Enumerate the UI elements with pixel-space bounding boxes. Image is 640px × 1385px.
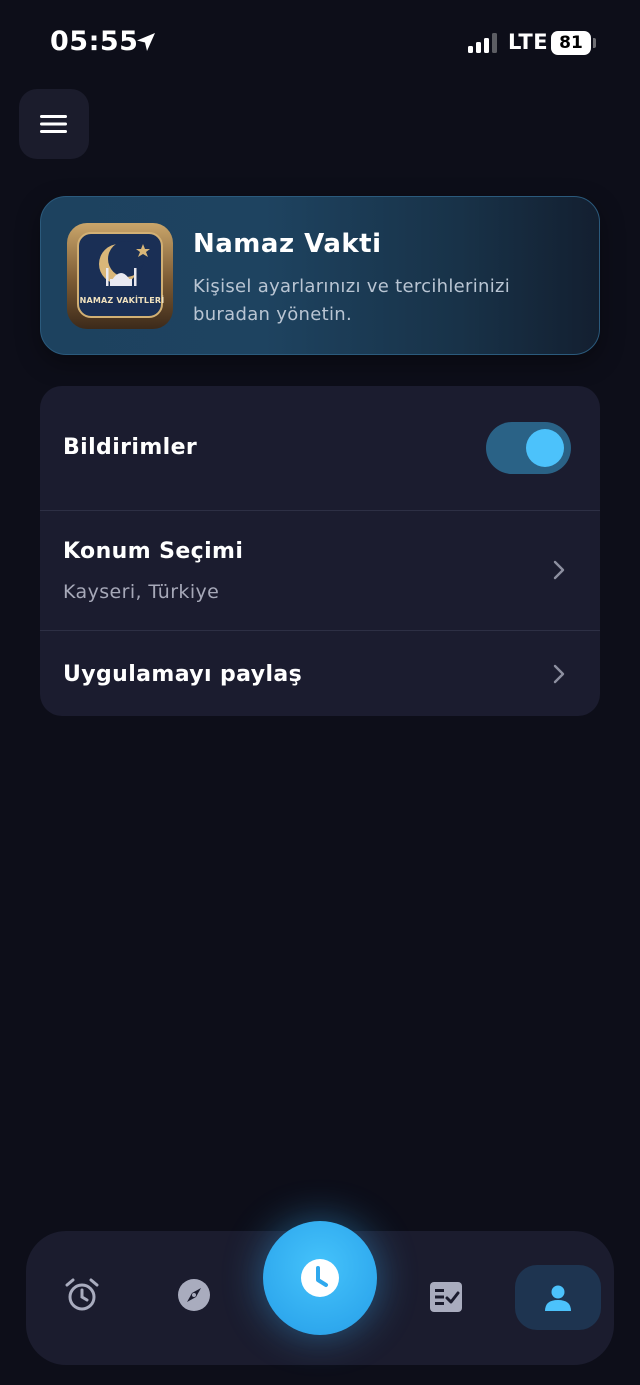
- battery-tip: [593, 38, 596, 48]
- app-logo: NAMAZ VAKİTLERİ: [67, 223, 173, 329]
- share-app-label: Uygulamayı paylaş: [63, 662, 303, 687]
- status-bar: 05:55 LTE 81: [0, 0, 640, 86]
- compass-icon: [178, 1279, 210, 1311]
- location-label: Konum Seçimi: [63, 539, 244, 564]
- menu-button[interactable]: [19, 89, 89, 159]
- location-arrow-icon: [137, 33, 155, 51]
- settings-list: Bildirimler Konum Seçimi Kayseri, Türkiy…: [40, 386, 600, 716]
- app-info-card: NAMAZ VAKİTLERİ Namaz Vakti Kişisel ayar…: [40, 196, 600, 355]
- app-title: Namaz Vakti: [193, 229, 382, 259]
- hamburger-menu-icon: [40, 115, 67, 133]
- notifications-label: Bildirimler: [63, 435, 198, 460]
- nav-prayer-times[interactable]: [263, 1221, 377, 1335]
- nav-alarms[interactable]: [62, 1275, 102, 1315]
- battery-level: 81: [559, 33, 583, 53]
- notifications-toggle[interactable]: [486, 422, 571, 474]
- clock-icon: [301, 1259, 339, 1297]
- signal-icon: [468, 33, 497, 53]
- network-type: LTE: [508, 30, 549, 54]
- chevron-right-icon: [553, 664, 565, 684]
- nav-qibla[interactable]: [174, 1275, 214, 1315]
- location-value: Kayseri, Türkiye: [63, 581, 220, 603]
- checklist-icon: [430, 1282, 462, 1312]
- share-app-row[interactable]: Uygulamayı paylaş: [40, 631, 600, 716]
- alarm-clock-icon: [65, 1278, 99, 1311]
- nav-profile[interactable]: [515, 1265, 601, 1330]
- status-time: 05:55: [50, 26, 139, 57]
- app-logo-text: NAMAZ VAKİTLERİ: [79, 296, 165, 305]
- crescent-mosque-icon: [99, 241, 150, 286]
- nav-checklist[interactable]: [426, 1277, 466, 1317]
- location-row[interactable]: Konum Seçimi Kayseri, Türkiye: [40, 511, 600, 631]
- chevron-right-icon: [553, 560, 565, 580]
- profile-icon: [545, 1285, 571, 1311]
- toggle-knob: [526, 429, 564, 467]
- app-subtitle: Kişisel ayarlarınızı ve tercihlerinizi b…: [193, 276, 511, 325]
- notifications-row[interactable]: Bildirimler: [40, 386, 600, 511]
- battery-icon: 81: [551, 31, 591, 55]
- app-logo-badge: NAMAZ VAKİTLERİ: [77, 232, 165, 318]
